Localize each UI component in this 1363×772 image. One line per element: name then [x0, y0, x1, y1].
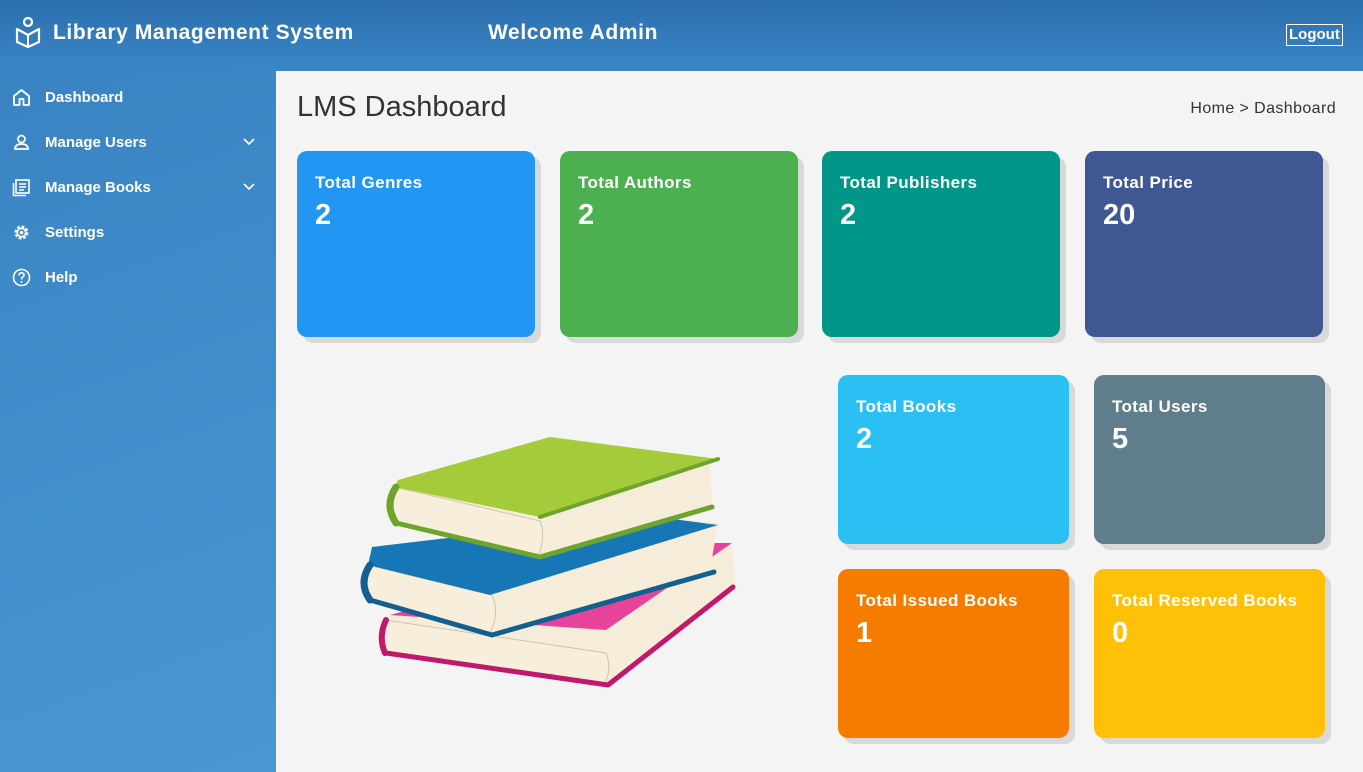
- welcome-message: Welcome Admin: [488, 21, 658, 44]
- card-total-users[interactable]: Total Users 5: [1094, 375, 1325, 544]
- sidebar-item-manage-books[interactable]: Manage Books: [0, 168, 276, 208]
- sidebar-item-label: Dashboard: [45, 89, 124, 106]
- card-value: 1: [856, 617, 873, 649]
- card-total-reserved-books[interactable]: Total Reserved Books 0: [1094, 569, 1325, 738]
- books-icon: [12, 179, 30, 197]
- card-label: Total Authors: [578, 173, 692, 192]
- stack-of-books-illustration: [360, 437, 736, 688]
- home-icon: [13, 89, 30, 106]
- top-header: Library Management System Welcome Admin …: [0, 0, 1363, 71]
- sidebar-item-label: Settings: [45, 224, 105, 241]
- sidebar-item-help[interactable]: Help: [0, 258, 276, 298]
- card-value: 20: [1103, 199, 1136, 231]
- card-label: Total Publishers: [840, 173, 978, 192]
- logout-button[interactable]: Logout: [1286, 24, 1343, 46]
- card-total-issued-books[interactable]: Total Issued Books 1: [838, 569, 1069, 738]
- card-total-publishers[interactable]: Total Publishers 2: [822, 151, 1060, 337]
- card-total-books[interactable]: Total Books 2: [838, 375, 1069, 544]
- sidebar-item-label: Manage Users: [45, 134, 147, 151]
- card-value: 2: [578, 199, 595, 231]
- chevron-down-icon[interactable]: [242, 182, 256, 192]
- card-value: 2: [856, 423, 873, 455]
- card-value: 0: [1112, 617, 1129, 649]
- card-label: Total Books: [856, 397, 957, 416]
- book-reader-icon: [15, 16, 41, 48]
- card-label: Total Price: [1103, 173, 1194, 192]
- card-total-price[interactable]: Total Price 20: [1085, 151, 1323, 337]
- card-label: Total Genres: [315, 173, 423, 192]
- sidebar-item-label: Manage Books: [45, 179, 151, 196]
- chevron-down-icon[interactable]: [242, 137, 256, 147]
- help-icon: [12, 268, 31, 287]
- card-label: Total Issued Books: [856, 591, 1018, 610]
- page-title: LMS Dashboard: [297, 91, 507, 123]
- card-label: Total Reserved Books: [1112, 591, 1298, 610]
- user-icon: [14, 134, 29, 150]
- card-total-genres[interactable]: Total Genres 2: [297, 151, 535, 337]
- sidebar-item-label: Help: [45, 269, 78, 286]
- card-value: 5: [1112, 423, 1129, 455]
- breadcrumb: Home > Dashboard: [1190, 100, 1336, 117]
- sidebar-item-manage-users[interactable]: Manage Users: [0, 123, 276, 163]
- card-value: 2: [315, 199, 332, 231]
- card-total-authors[interactable]: Total Authors 2: [560, 151, 798, 337]
- sidebar: Dashboard Manage Users Manage Books Sett…: [0, 71, 276, 772]
- card-label: Total Users: [1112, 397, 1208, 416]
- sidebar-item-settings[interactable]: Settings: [0, 213, 276, 253]
- card-value: 2: [840, 199, 857, 231]
- gear-icon: [14, 225, 29, 240]
- app-title: Library Management System: [53, 21, 354, 44]
- sidebar-item-dashboard[interactable]: Dashboard: [0, 78, 276, 118]
